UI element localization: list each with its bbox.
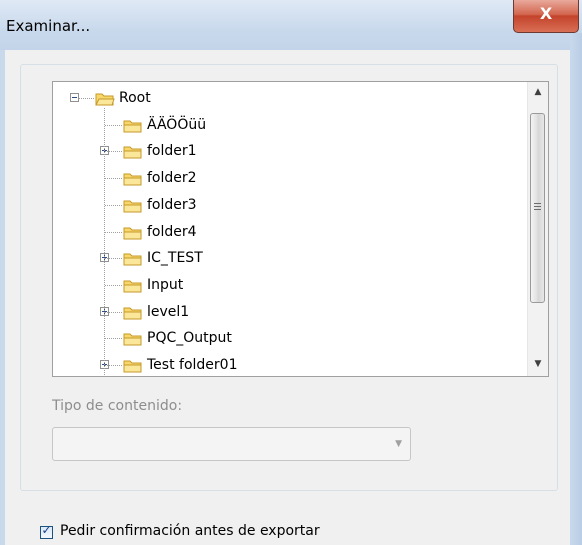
content-type-label: Tipo de contenido: [52,398,183,414]
tree-item[interactable]: folder3 [53,192,523,218]
folder-icon [123,357,143,373]
tree-connector-line [105,151,122,153]
scroll-thumb[interactable] [530,113,545,303]
tree-item-label: folder4 [147,223,197,240]
tree-item-label: IC_TEST [147,250,203,267]
tree-item-label: folder2 [147,170,197,187]
folder-open-icon [95,90,115,106]
tree-item[interactable]: folder1 [53,138,523,164]
tree-item[interactable]: PQC_Output [53,325,523,351]
confirm-export-checkbox[interactable]: ✓ [40,523,53,539]
folder-tree[interactable]: Root ÄÄÖÖüü folder1 folder2 folder3 folder4 IC… [52,81,549,377]
title-bar: Examinar... [0,0,582,50]
folder-icon [123,117,143,133]
checkmark-icon: ✓ [41,523,52,537]
close-icon: X [539,4,553,23]
folder-icon [123,197,143,213]
tree-connector-line [105,124,122,126]
folder-icon [123,277,143,293]
tree-item-label: folder3 [147,196,197,213]
scroll-up-arrow-icon[interactable]: ▲ [528,82,548,102]
tree-connector-line [105,365,122,366]
tree-item-label: Input [147,276,184,293]
folder-icon [123,143,143,159]
tree-connector-line [79,98,94,99]
tree-connector-line [105,178,122,180]
tree-connector-line [104,107,105,375]
tree-connector-line [105,258,122,260]
folder-icon [123,224,143,240]
tree-item[interactable]: Test folder01 [53,352,523,376]
collapse-icon[interactable] [70,93,79,102]
tree-connector-line [105,204,122,206]
tree-item[interactable]: folder4 [53,219,523,245]
scroll-grip-icon [534,209,541,210]
scroll-grip-icon [534,203,541,204]
tree-item-label: Test folder01 [147,357,238,373]
tree-connector-line [105,231,122,233]
tree-item-label: PQC_Output [147,330,232,347]
tree-item-label: folder1 [147,143,197,160]
folder-icon [123,170,143,186]
scroll-down-arrow-icon[interactable]: ▼ [528,354,548,374]
tree-connector-line [105,338,122,340]
window-frame-right [570,33,582,545]
tree-item[interactable]: IC_TEST [53,245,523,271]
tree-item-label: Root [119,90,151,106]
tree-item[interactable]: Input [53,272,523,298]
folder-icon [123,250,143,266]
tree-item[interactable]: folder2 [53,165,523,191]
tree-connector-line [105,284,122,286]
vertical-scrollbar[interactable]: ▲ ▼ [527,82,548,376]
tree-item-label: ÄÄÖÖüü [147,116,207,133]
tree-item-label: level1 [147,303,190,320]
window-title: Examinar... [6,17,91,35]
chevron-down-icon: ▼ [395,439,402,449]
tree-item[interactable]: level1 [53,299,523,325]
confirm-export-label[interactable]: Pedir confirmación antes de exportar [60,523,320,539]
content-type-select[interactable]: ▼ [52,427,411,461]
window-frame-left [0,50,5,545]
folder-icon [123,330,143,346]
close-button[interactable]: X [513,0,579,33]
scroll-grip-icon [534,206,541,207]
tree-connector-line [105,311,122,313]
tree-root-item[interactable]: Root [53,85,523,111]
folder-icon [123,304,143,320]
tree-item[interactable]: ÄÄÖÖüü [53,112,523,138]
